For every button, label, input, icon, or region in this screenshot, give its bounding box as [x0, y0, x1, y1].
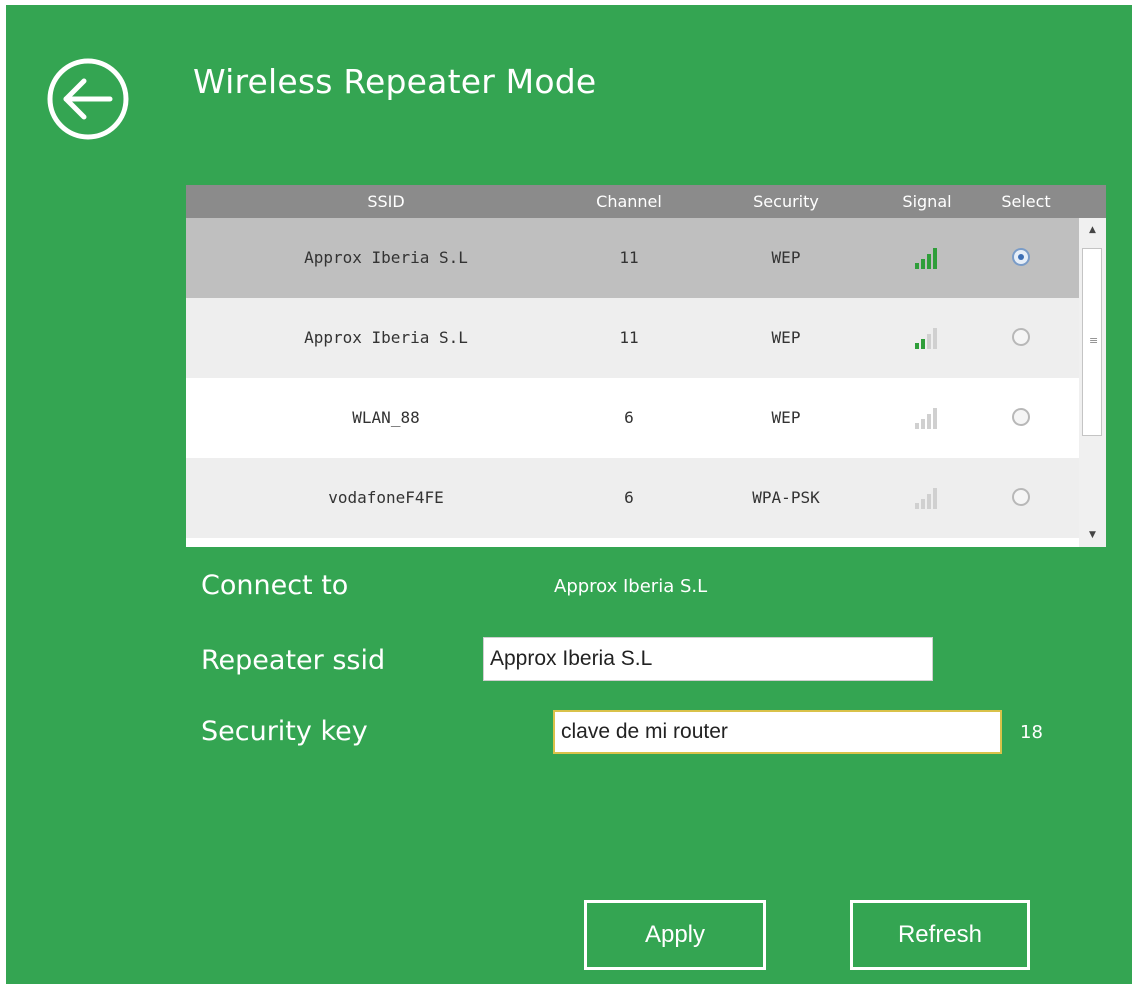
column-header-ssid: SSID [367, 192, 405, 211]
ssid-cell: Approx Iberia S.L [304, 248, 468, 267]
ssid-cell: WLAN_88 [352, 408, 420, 427]
column-header-channel: Channel [596, 192, 662, 211]
signal-strength-icon [912, 246, 942, 270]
repeater-ssid-input[interactable] [483, 637, 933, 681]
security-key-input[interactable] [553, 710, 1002, 754]
signal-strength-icon [912, 486, 942, 510]
ssid-cell: Approx Iberia S.L [304, 328, 468, 347]
scroll-up-arrow-icon[interactable]: ▲ [1079, 218, 1106, 242]
table-row[interactable]: WLAN_88 6 WEP [186, 378, 1079, 458]
table-scrollbar[interactable]: ▲ ≡ ▼ [1079, 218, 1106, 547]
signal-bars-icon [915, 488, 937, 509]
table-row[interactable]: vodafoneF4FE 6 WPA-PSK [186, 458, 1079, 538]
security-key-label: Security key [201, 716, 368, 747]
scroll-down-arrow-icon[interactable]: ▼ [1079, 523, 1106, 547]
column-header-security: Security [753, 192, 819, 211]
table-header: SSID Channel Security Signal Select [186, 185, 1106, 218]
key-length-counter: 18 [1020, 722, 1043, 743]
ssid-cell: vodafoneF4FE [328, 488, 444, 507]
arrow-left-circle-icon [47, 58, 129, 140]
connect-to-label: Connect to [201, 570, 349, 601]
signal-strength-icon [912, 326, 942, 350]
grip-icon: ≡ [1089, 334, 1099, 347]
signal-bars-icon [915, 248, 937, 269]
table-body: Approx Iberia S.L 11 WEP Approx Iberia S… [186, 218, 1079, 547]
signal-strength-icon [912, 406, 942, 430]
select-radio[interactable] [1012, 328, 1032, 348]
column-header-signal: Signal [902, 192, 952, 211]
security-cell: WEP [771, 328, 801, 347]
repeater-ssid-label: Repeater ssid [201, 645, 386, 676]
scroll-thumb[interactable]: ≡ [1082, 248, 1102, 436]
security-cell: WEP [771, 248, 801, 267]
channel-cell: 6 [624, 488, 634, 507]
security-cell: WPA-PSK [752, 488, 820, 507]
select-radio[interactable] [1012, 408, 1032, 428]
connect-to-value: Approx Iberia S.L [554, 576, 708, 597]
table-row[interactable]: Approx Iberia S.L 11 WEP [186, 298, 1079, 378]
page-title: Wireless Repeater Mode [193, 62, 597, 101]
signal-bars-icon [915, 408, 937, 429]
signal-bars-icon [915, 328, 937, 349]
back-button[interactable] [44, 55, 132, 143]
table-row[interactable]: Approx Iberia S.L 11 WEP [186, 218, 1079, 298]
channel-cell: 6 [624, 408, 634, 427]
column-header-select: Select [1001, 192, 1051, 211]
apply-button[interactable]: Apply [584, 900, 766, 970]
select-radio[interactable] [1012, 488, 1032, 508]
channel-cell: 11 [619, 248, 639, 267]
select-radio[interactable] [1012, 248, 1032, 268]
security-cell: WEP [771, 408, 801, 427]
channel-cell: 11 [619, 328, 639, 347]
refresh-button[interactable]: Refresh [850, 900, 1030, 970]
network-table: SSID Channel Security Signal Select Appr… [186, 185, 1106, 547]
